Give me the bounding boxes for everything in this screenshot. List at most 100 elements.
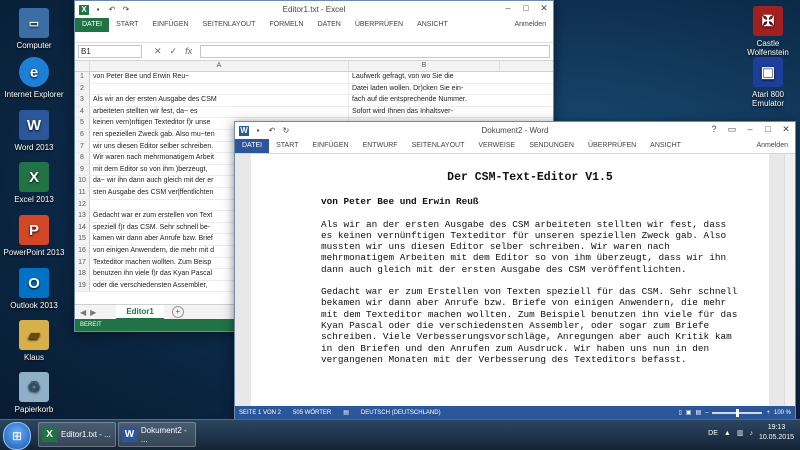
cell-b[interactable]: Laufwerk gefragt, von wo Sie die bbox=[349, 72, 502, 83]
cell-a[interactable]: arbeiteten stellten wir fest, da~ es bbox=[90, 106, 349, 118]
row-number[interactable]: 10 bbox=[75, 176, 90, 187]
zoom-slider-thumb[interactable] bbox=[736, 408, 740, 417]
cell-a[interactable]: Als wir an der ersten Ausgabe des CSM bbox=[90, 95, 349, 106]
function-icon[interactable]: fx bbox=[185, 46, 192, 57]
row-number[interactable]: 19 bbox=[75, 280, 90, 292]
tab-ansicht[interactable]: ANSICHT bbox=[643, 139, 688, 153]
tab-datei[interactable]: DATEI bbox=[235, 139, 270, 153]
desktop-icon-outlook[interactable]: O Outlook 2013 bbox=[2, 268, 66, 310]
desktop-icon-castle-wolfenstein[interactable]: ✠ Castle Wolfenstein bbox=[736, 6, 800, 57]
sheet-nav-left-icon[interactable]: ◀ bbox=[80, 308, 86, 317]
save-icon[interactable]: ▪ bbox=[93, 5, 103, 15]
sheet-nav-right-icon[interactable]: ▶ bbox=[90, 308, 96, 317]
excel-title-bar[interactable]: X ▪ ↶ ↷ Editor1.txt - Excel – □ ✕ bbox=[75, 1, 553, 18]
clock[interactable]: 19:13 10.05.2015 bbox=[759, 423, 794, 443]
proofing-icon[interactable]: ▤ bbox=[343, 409, 349, 416]
row-number[interactable]: 15 bbox=[75, 234, 90, 245]
minimize-button[interactable]: – bbox=[741, 122, 759, 137]
tab-entwurf[interactable]: ENTWURF bbox=[356, 139, 405, 153]
cancel-icon[interactable]: ✕ bbox=[154, 46, 162, 57]
tab-daten[interactable]: DATEN bbox=[311, 18, 348, 32]
table-row[interactable]: 4 arbeiteten stellten wir fest, da~ es Sof… bbox=[75, 106, 553, 119]
tab-start[interactable]: START bbox=[109, 18, 145, 32]
tab-seitenlayout[interactable]: SEITENLAYOUT bbox=[196, 18, 263, 32]
close-button[interactable]: ✕ bbox=[535, 1, 553, 16]
tab-verweise[interactable]: VERWEISE bbox=[471, 139, 522, 153]
sheet-tab-editor1[interactable]: Editor1 bbox=[116, 304, 164, 320]
ribbon-display-icon[interactable]: ▭ bbox=[723, 122, 741, 137]
tab-seitenlayout[interactable]: SEITENLAYOUT bbox=[405, 139, 472, 153]
desktop-icon-klaus[interactable]: ▰ Klaus bbox=[2, 320, 66, 362]
zoom-in-button[interactable]: + bbox=[766, 410, 770, 416]
show-hidden-icons[interactable]: ▲ bbox=[724, 430, 731, 437]
start-button[interactable]: ⊞ bbox=[3, 422, 31, 450]
table-row[interactable]: 1 von Peter Bee und Erwin Reu~ Laufwerk ge… bbox=[75, 72, 553, 84]
zoom-level[interactable]: 100 % bbox=[774, 410, 791, 416]
cell-a[interactable] bbox=[90, 83, 349, 95]
word-title-bar[interactable]: W ▪ ↶ ↻ Dokument2 - Word ? ▭ – □ ✕ bbox=[235, 122, 795, 139]
formula-input[interactable] bbox=[200, 45, 550, 58]
desktop-icon-word[interactable]: W Word 2013 bbox=[2, 110, 66, 152]
desktop-icon-recycle-bin[interactable]: ♲ Papierkorb bbox=[2, 372, 66, 414]
name-box[interactable]: B1 bbox=[78, 45, 142, 58]
desktop-icon-computer[interactable]: ▭ Computer bbox=[2, 8, 66, 50]
tab-ueberpruefen[interactable]: ÜBERPRÜFEN bbox=[581, 139, 643, 153]
sign-in-link[interactable]: Anmelden bbox=[507, 18, 553, 32]
vertical-scrollbar[interactable] bbox=[784, 154, 795, 406]
close-button[interactable]: ✕ bbox=[777, 122, 795, 137]
table-row[interactable]: 3 Als wir an der ersten Ausgabe des CSM fa… bbox=[75, 95, 553, 107]
row-number[interactable]: 17 bbox=[75, 257, 90, 269]
maximize-button[interactable]: □ bbox=[759, 122, 777, 137]
status-language[interactable]: DEUTSCH (DEUTSCHLAND) bbox=[361, 410, 441, 416]
desktop-icon-atari-emulator[interactable]: ▣ Atari 800 Emulator bbox=[736, 57, 800, 108]
desktop-icon-internet-explorer[interactable]: e Internet Explorer bbox=[2, 57, 66, 99]
taskbar-button-excel[interactable]: X Editor1.txt - ... bbox=[38, 422, 116, 447]
column-header-a[interactable]: A bbox=[90, 61, 349, 71]
tab-formeln[interactable]: FORMELN bbox=[262, 18, 310, 32]
document-area[interactable]: Der CSM-Text-Editor V1.5 von Peter Bee u… bbox=[235, 154, 795, 406]
web-layout-icon[interactable]: ▤ bbox=[695, 409, 701, 416]
row-number[interactable]: 14 bbox=[75, 222, 90, 234]
tab-ueberpruefen[interactable]: ÜBERPRÜFEN bbox=[348, 18, 410, 32]
row-number[interactable]: 18 bbox=[75, 269, 90, 280]
row-number[interactable]: 12 bbox=[75, 199, 90, 211]
column-header-b[interactable]: B bbox=[349, 61, 500, 71]
row-number[interactable]: 9 bbox=[75, 164, 90, 176]
add-sheet-button[interactable]: + bbox=[171, 306, 184, 318]
word-window[interactable]: W ▪ ↶ ↻ Dokument2 - Word ? ▭ – □ ✕ DATEI… bbox=[234, 121, 796, 420]
status-word-count[interactable]: 505 WÖRTER bbox=[293, 410, 331, 416]
row-number[interactable]: 11 bbox=[75, 187, 90, 199]
save-icon[interactable]: ▪ bbox=[253, 126, 263, 136]
table-row[interactable]: 2 Datei laden wollen. Dr)cken Sie ein- bbox=[75, 83, 553, 96]
row-number[interactable]: 4 bbox=[75, 106, 90, 118]
tab-ansicht[interactable]: ANSICHT bbox=[410, 18, 455, 32]
tab-einfuegen[interactable]: EINFÜGEN bbox=[305, 139, 355, 153]
input-language[interactable]: DE bbox=[708, 430, 718, 437]
tab-datei[interactable]: DATEI bbox=[75, 18, 110, 32]
confirm-icon[interactable]: ✓ bbox=[170, 46, 178, 57]
volume-icon[interactable]: ♪ bbox=[749, 430, 753, 437]
row-number[interactable]: 2 bbox=[75, 83, 90, 95]
row-number[interactable]: 8 bbox=[75, 153, 90, 164]
cell-a[interactable]: von Peter Bee und Erwin Reu~ bbox=[90, 72, 349, 83]
taskbar-button-word[interactable]: W Dokument2 - ... bbox=[118, 422, 196, 447]
redo-icon[interactable]: ↻ bbox=[281, 126, 291, 136]
redo-icon[interactable]: ↷ bbox=[121, 5, 131, 15]
row-number[interactable]: 6 bbox=[75, 129, 90, 141]
select-all-corner[interactable] bbox=[75, 61, 90, 71]
cell-b[interactable]: fach auf die entsprechende Nummer. bbox=[349, 95, 502, 106]
document-page[interactable]: Der CSM-Text-Editor V1.5 von Peter Bee u… bbox=[251, 154, 769, 406]
undo-icon[interactable]: ↶ bbox=[267, 126, 277, 136]
print-layout-icon[interactable]: ▣ bbox=[686, 409, 692, 416]
help-icon[interactable]: ? bbox=[705, 122, 723, 137]
row-number[interactable]: 16 bbox=[75, 245, 90, 257]
maximize-button[interactable]: □ bbox=[517, 1, 535, 16]
tab-start[interactable]: START bbox=[269, 139, 305, 153]
undo-icon[interactable]: ↶ bbox=[107, 5, 117, 15]
desktop-icon-excel[interactable]: X Excel 2013 bbox=[2, 162, 66, 204]
tab-einfuegen[interactable]: EINFÜGEN bbox=[145, 18, 195, 32]
status-page-count[interactable]: SEITE 1 VON 2 bbox=[239, 410, 281, 416]
row-number[interactable]: 7 bbox=[75, 141, 90, 153]
network-icon[interactable]: ▥ bbox=[737, 429, 744, 437]
sign-in-link[interactable]: Anmelden bbox=[749, 139, 795, 153]
